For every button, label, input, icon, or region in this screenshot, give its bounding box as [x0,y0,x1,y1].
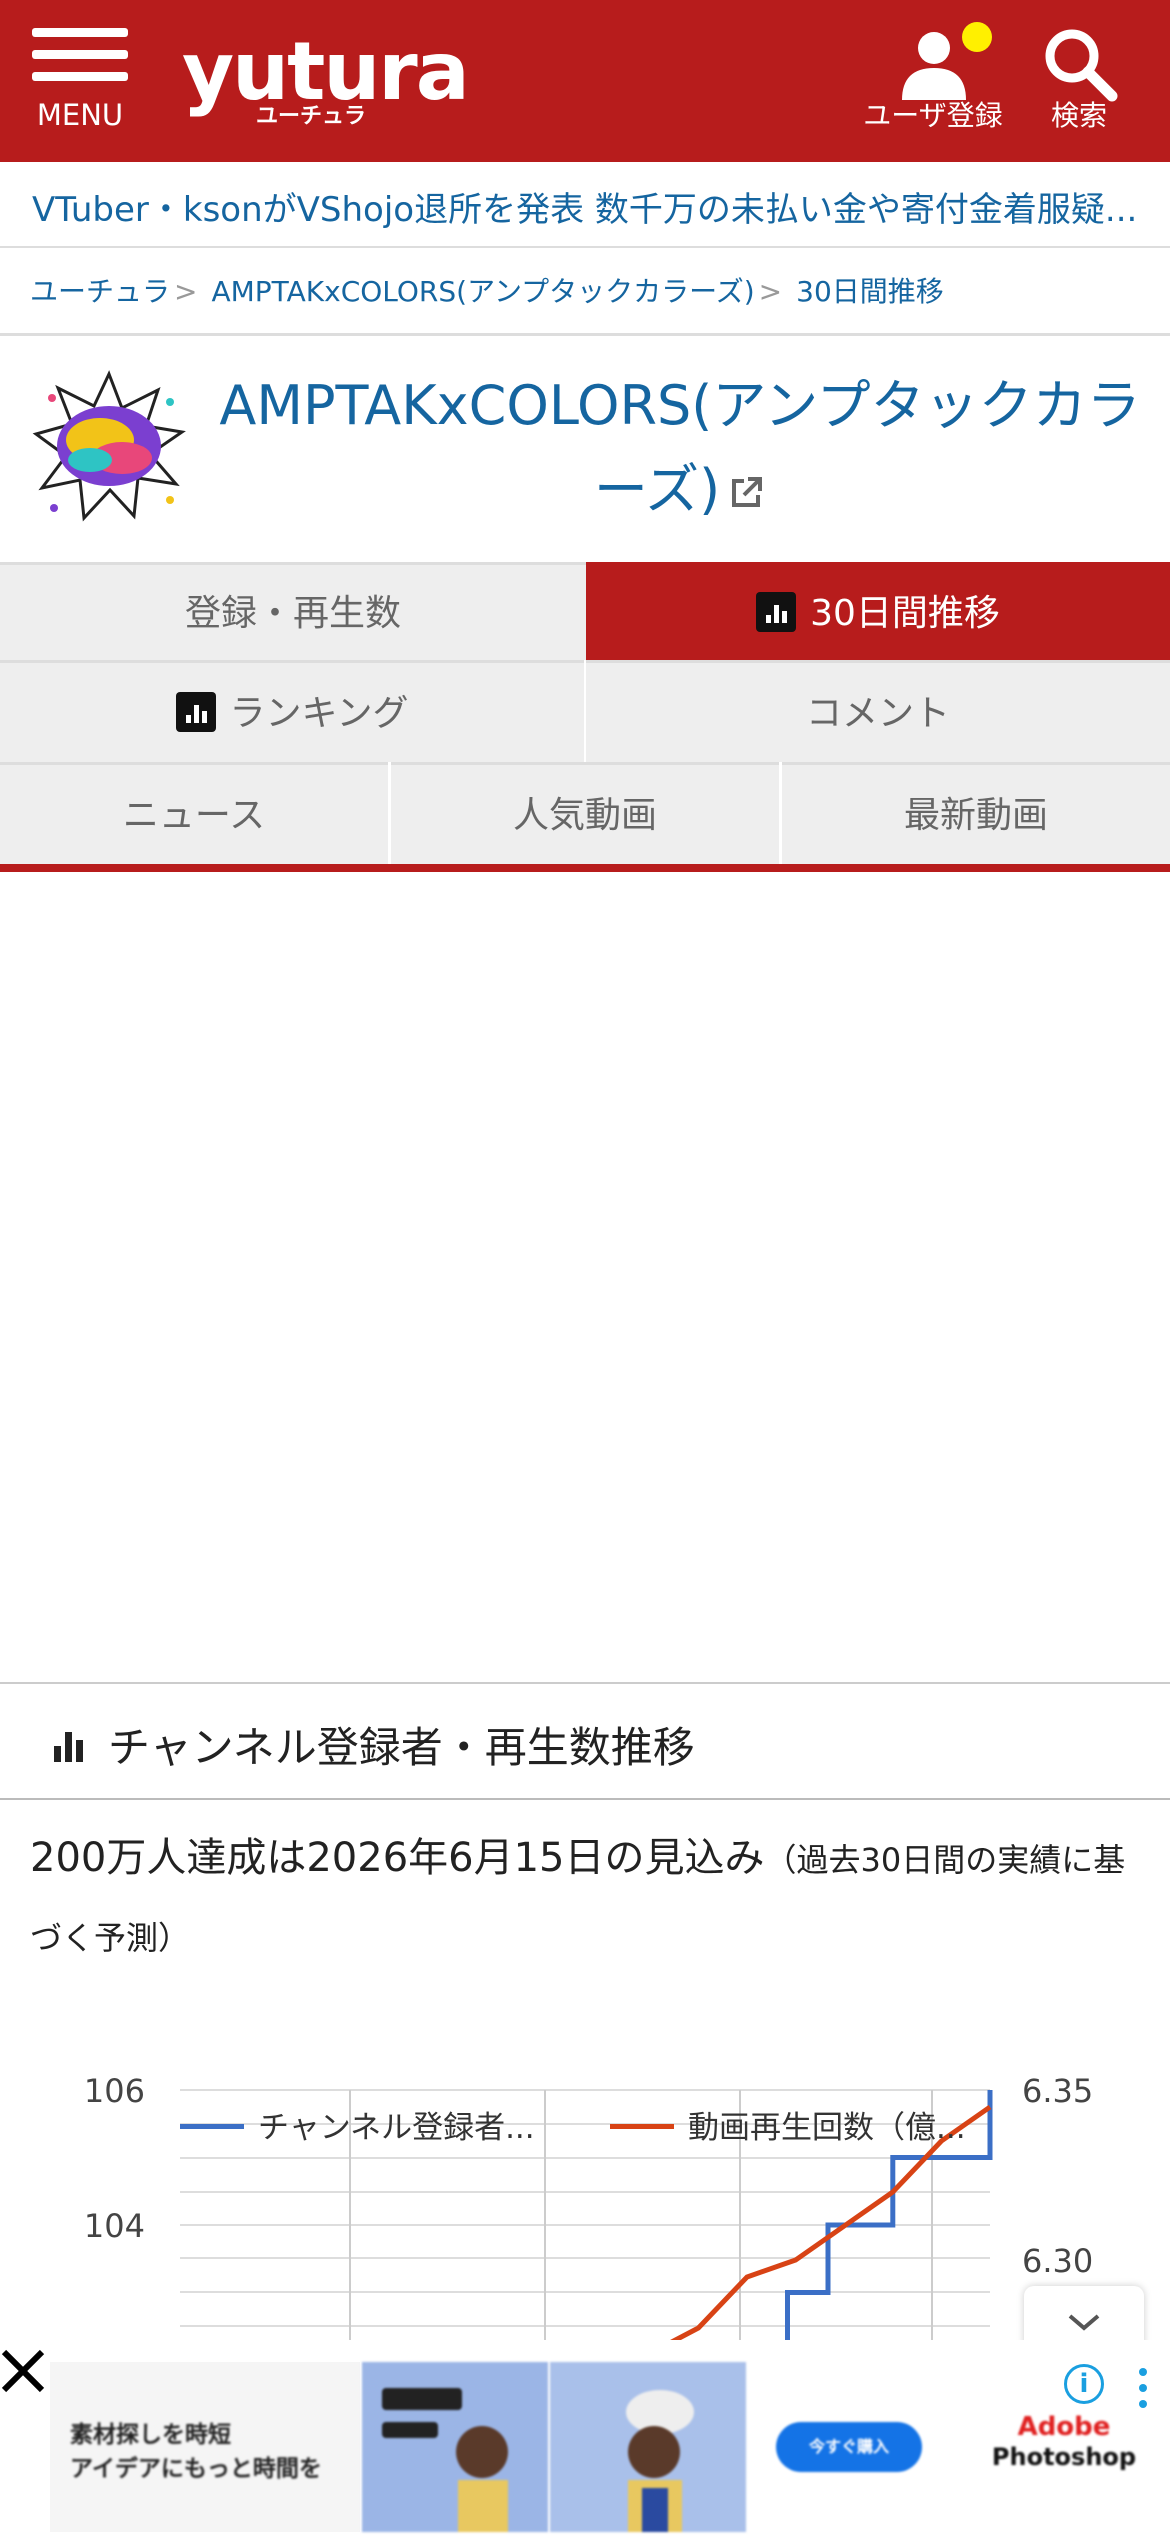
tab-30-day-trend[interactable]: 30日間推移 [586,562,1170,660]
ad-brand-name: Adobe [1017,2412,1111,2442]
breadcrumb-channel[interactable]: AMPTAKxCOLORS(アンプタックカラーズ) [211,275,754,308]
tab-latest-videos[interactable]: 最新動画 [782,762,1170,864]
channel-header: AMPTAKxCOLORS(アンプタックカラーズ) [0,338,1170,562]
channel-title-text: AMPTAKxCOLORS(アンプタックカラーズ) [219,374,1141,521]
breadcrumb: ユーチュラ > AMPTAKxCOLORS(アンプタックカラーズ) >30日間推移 [0,250,1170,336]
news-ticker: VTuber・ksonがVShojo退所を発表 数千万の未払い金や寄付金着服疑.… [0,162,1170,248]
bottom-ad-banner[interactable]: 素材探しを時短 アイデアにもっと時間を 今すぐ購入 Adobe Photosho… [0,2340,1170,2532]
more-options-icon[interactable] [1136,2368,1150,2412]
close-icon[interactable] [0,2348,48,2396]
tab-popular-videos[interactable]: 人気動画 [391,762,779,864]
hamburger-icon-bar [32,50,128,59]
user-register-label: ユーザ登録 [863,99,1003,132]
ad-image [362,2362,548,2532]
legend-swatch [610,2124,674,2129]
ad-brand: Adobe Photoshop [984,2412,1144,2472]
channel-avatar[interactable] [30,368,188,526]
tab-label: ランキング [229,693,409,734]
ad-image [550,2362,746,2532]
right-axis-tick: 6.35 [1022,2072,1093,2110]
tab-news[interactable]: ニュース [0,762,388,864]
left-axis-tick: 106 [84,2072,145,2110]
bar-chart-icon [756,592,797,632]
legend-swatch [180,2124,244,2129]
external-link-icon [732,477,763,508]
news-ticker-link[interactable]: VTuber・ksonがVShojo退所を発表 数千万の未払い金や寄付金着服疑.… [32,182,1142,231]
legend-label: チャンネル登録者... [258,2110,535,2146]
search-label: 検索 [1050,99,1107,132]
breadcrumb-separator: > [758,275,783,308]
tabs-bottom-border [0,864,1170,872]
hamburger-icon-bar [32,72,128,81]
legend-label: 動画再生回数（億... [688,2110,966,2146]
ad-line-1: 素材探しを時短 [70,2422,231,2448]
ad-line-2: アイデアにもっと時間を [70,2456,322,2482]
tab-label: コメント [805,693,950,734]
breadcrumb-separator: > [174,275,198,308]
search-button[interactable]: 検索 [1004,24,1154,144]
bar-chart-icon [54,1732,83,1762]
breadcrumb-home[interactable]: ユーチュラ [30,275,170,308]
search-icon [1045,29,1118,102]
left-axis-tick: 104 [84,2207,145,2245]
section-header: チャンネル登録者・再生数推移 [0,1682,1170,1800]
channel-title[interactable]: AMPTAKxCOLORS(アンプタックカラーズ) [210,364,1150,532]
right-axis-tick: 6.30 [1022,2242,1093,2280]
logo-kana: ユーチュラ [256,104,367,129]
menu-label: MENU [36,98,124,132]
forecast-main: 200万人達成は2026年6月15日の見込み [30,1835,765,1881]
forecast-text: 200万人達成は2026年6月15日の見込み（過去30日間の実績に基づく予測） [30,1820,1150,1976]
ad-product-name: Photoshop [991,2443,1137,2471]
tab-ranking[interactable]: ランキング [0,660,584,762]
breadcrumb-current[interactable]: 30日間推移 [796,275,944,308]
notification-dot-icon [962,22,992,52]
trend-chart-svg: 106 104 6.35 6.30 チャンネル登録者... 動画再生回数（億... [84,2072,1093,2350]
menu-button[interactable]: MENU [30,26,130,136]
tab-label: 登録・再生数 [184,593,401,634]
site-logo[interactable]: yutura ユーチュラ [182,32,470,130]
hamburger-icon [32,28,128,37]
ad-buy-button[interactable]: 今すぐ購入 [776,2422,922,2472]
site-header: MENU yutura ユーチュラ ユーザ登録 検索 [0,0,1170,162]
tab-label: 最新動画 [903,795,1048,836]
tab-label: 30日間推移 [810,593,1000,634]
channel-logo-image [32,370,186,522]
tab-label: ニュース [122,795,266,836]
bar-chart-icon [175,692,216,732]
tab-subscribers-views[interactable]: 登録・再生数 [0,562,586,660]
trend-chart: 106 104 6.35 6.30 チャンネル登録者... 動画再生回数（億... [0,2060,1170,2350]
info-icon[interactable]: i [1064,2364,1104,2404]
section-title: チャンネル登録者・再生数推移 [108,1723,695,1772]
tab-label: 人気動画 [512,795,657,836]
tab-comments[interactable]: コメント [586,660,1170,762]
ad-copy: 素材探しを時短 アイデアにもっと時間を [70,2418,322,2486]
